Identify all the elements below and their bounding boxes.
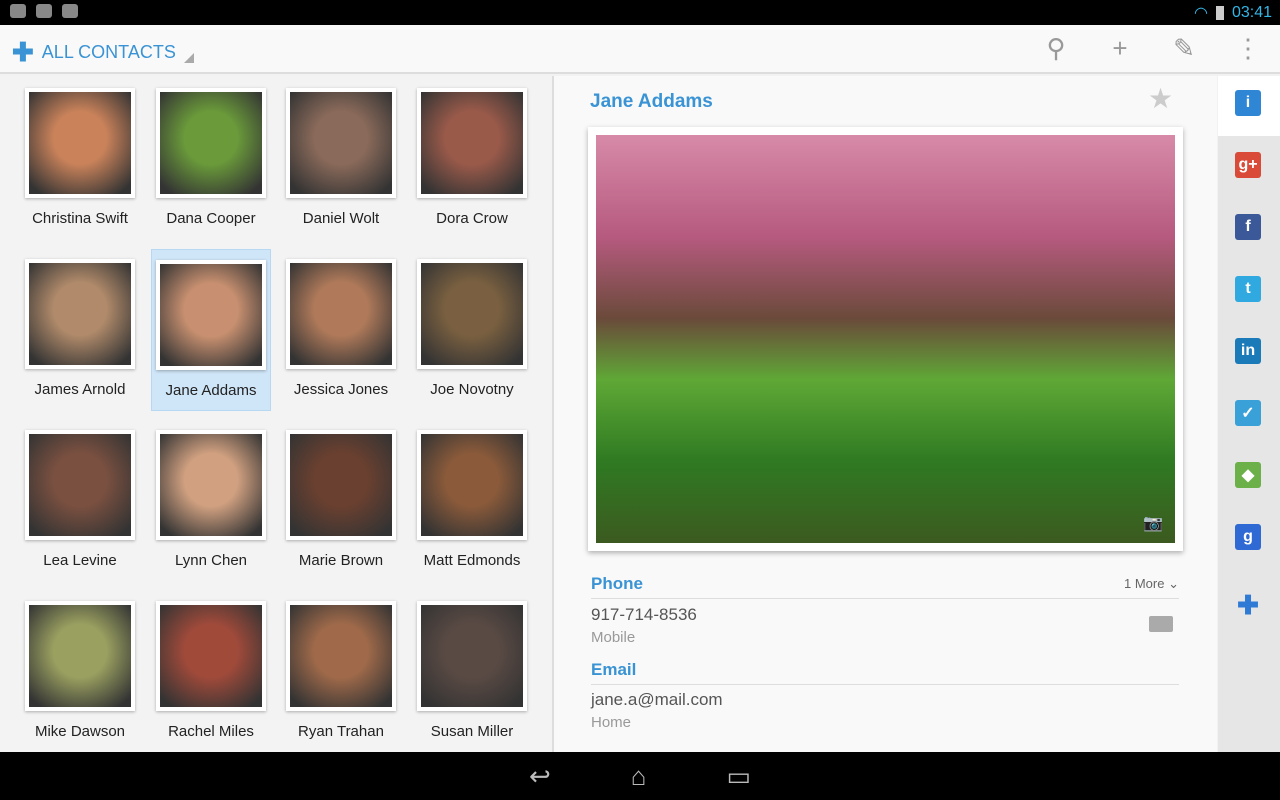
android-notification-icon [62,4,78,18]
linkedin-icon[interactable]: in [1235,338,1261,364]
contact-tile[interactable]: Marie Brown [281,420,401,582]
home-button-icon[interactable]: ⌂ [631,761,647,792]
contact-tile-name: Jane Addams [165,382,257,399]
clock: 03:41 [1231,4,1272,21]
email-section-header: Email [591,660,1179,685]
edit-button[interactable]: ✎ [1152,25,1216,72]
contact-avatar [286,601,396,711]
dropdown-corner-icon [183,52,194,63]
navigation-bar: ↩ ⌂ ▭ [0,752,1280,800]
contact-tile-name: Rachel Miles [168,723,254,740]
email-type: Home [591,714,632,731]
google-plus-icon[interactable]: g+ [1235,152,1261,178]
contact-tile[interactable]: James Arnold [20,249,140,411]
filter-label: ALL CONTACTS [41,42,176,62]
contact-tile-name: Dora Crow [436,210,508,227]
tasks-icon[interactable]: ✓ [1235,400,1261,426]
more-phones-button[interactable]: 1 More ⌄ [1124,576,1179,592]
contact-tile-name: Matt Edmonds [423,552,521,569]
contact-tile[interactable]: Matt Edmonds [412,420,532,582]
overflow-menu-button[interactable]: ⋮ [1216,25,1280,72]
contact-tile[interactable]: Rachel Miles [151,591,271,752]
contact-tile-name: Lea Levine [43,552,117,569]
contact-tile-name: Dana Cooper [166,210,256,227]
contact-tile-name: Joe Novotny [430,381,514,398]
pencil-icon: ✎ [1173,33,1195,63]
contact-avatar [417,259,527,369]
search-icon: ⚲ [1046,33,1066,63]
contacts-grid: Christina Swift Dana Cooper Daniel Wolt Dor… [0,76,552,752]
twitter-icon[interactable]: t [1235,276,1261,302]
contact-photo[interactable]: 📷 [588,127,1183,551]
contact-avatar [156,430,266,540]
wifi-icon: ◠ [1193,5,1208,22]
camera-icon[interactable]: 📷 [1143,513,1163,533]
contact-avatar [156,601,266,711]
contact-avatar [25,259,135,369]
phone-section-header: Phone 1 More ⌄ [591,574,1179,599]
more-vert-icon: ⋮ [1235,33,1261,63]
contact-tile-name: Mike Dawson [34,723,126,740]
contact-tile-name: Ryan Trahan [298,723,384,740]
connections-sidebar: i g+ f t in ✓ ◆ g ✚ [1218,76,1280,752]
contact-tile[interactable]: Daniel Wolt [281,78,401,240]
contact-tile[interactable]: Mike Dawson [20,591,140,752]
contact-tile-name: James Arnold [34,381,126,398]
contacts-filter-dropdown[interactable]: ✚ ALL CONTACTS [12,37,194,68]
plus-icon: + [1112,33,1128,63]
back-button-icon[interactable]: ↩ [529,761,551,792]
add-connection-icon[interactable]: ✚ [1235,590,1261,620]
contact-avatar [286,430,396,540]
contact-tile-name: Jessica Jones [293,381,389,398]
google-icon[interactable]: g [1235,524,1261,550]
email-address[interactable]: jane.a@mail.com [591,690,723,710]
contact-tile-name: Christina Swift [32,210,128,227]
contact-detail: Jane Addams ★ 📷 Phone 1 More ⌄ 917-714-85… [554,76,1217,752]
contact-tile[interactable]: Ryan Trahan [281,591,401,752]
contact-avatar [417,601,527,711]
contact-tile[interactable]: Dana Cooper [151,78,271,240]
info-icon[interactable]: i [1235,90,1261,116]
facebook-icon[interactable]: f [1235,214,1261,240]
contacts-notification-icon [36,4,52,18]
recents-button-icon[interactable]: ▭ [726,761,751,792]
contact-avatar [25,430,135,540]
battery-icon [1215,6,1224,20]
contact-tile[interactable]: Jessica Jones [281,249,401,411]
contact-avatar [25,601,135,711]
contact-avatar [417,88,527,198]
contact-name: Jane Addams [590,91,713,112]
contact-tile-name: Marie Brown [298,552,384,569]
image-notification-icon [10,4,26,18]
contact-tile[interactable]: Susan Miller [412,591,532,752]
phone-number[interactable]: 917-714-8536 [591,605,697,625]
add-contact-button[interactable]: + [1088,25,1152,72]
contact-tile[interactable]: Joe Novotny [412,249,532,411]
contact-tile[interactable]: Lynn Chen [151,420,271,582]
contact-tile-name: Susan Miller [430,723,514,740]
action-bar: ✚ ALL CONTACTS ⚲ + ✎ ⋮ [0,25,1280,74]
status-bar: ◠ 03:41 [0,0,1280,25]
maps-icon[interactable]: ◆ [1235,462,1261,488]
phone-type: Mobile [591,629,636,646]
contact-avatar [417,430,527,540]
favorite-star-icon[interactable]: ★ [1148,82,1173,115]
contact-avatar [25,88,135,198]
contact-tile[interactable]: Dora Crow [412,78,532,240]
contact-avatar [286,259,396,369]
contact-avatar [286,88,396,198]
contact-tile[interactable]: Christina Swift [20,78,140,240]
contact-avatar [156,260,266,370]
message-icon[interactable] [1149,616,1173,632]
contacts-app-icon: ✚ [12,37,34,67]
contact-tile[interactable]: Jane Addams [151,249,271,411]
contact-avatar [156,88,266,198]
search-button[interactable]: ⚲ [1024,25,1088,72]
contact-tile-name: Daniel Wolt [302,210,380,227]
contact-tile-name: Lynn Chen [175,552,247,569]
contact-tile[interactable]: Lea Levine [20,420,140,582]
